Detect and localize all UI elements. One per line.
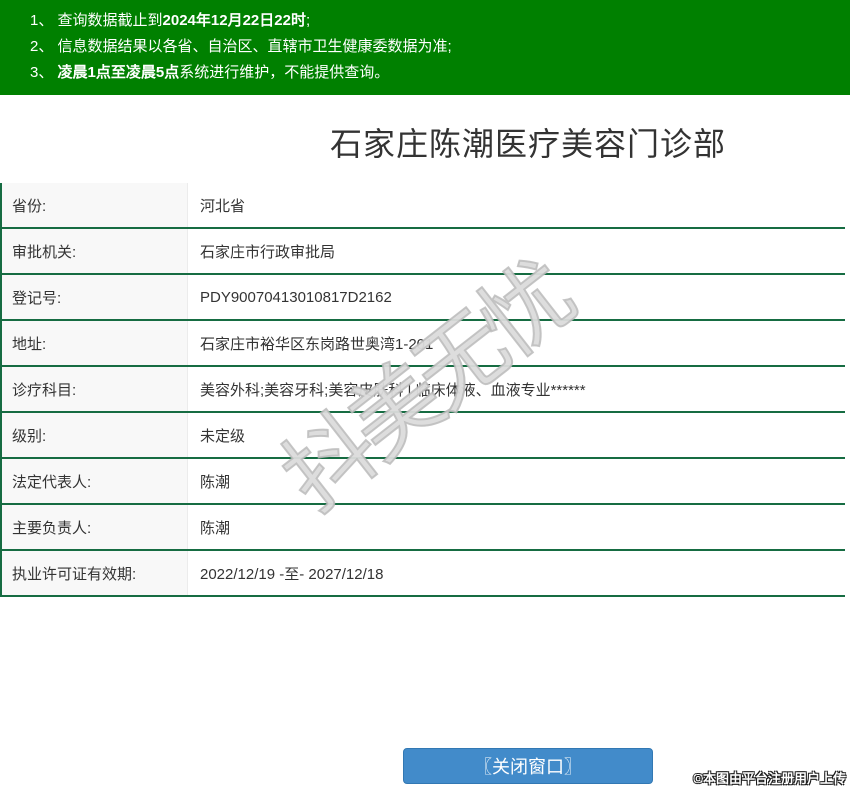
table-row: 登记号: PDY90070413010817D2162 — [2, 275, 845, 321]
table-row: 主要负责人: 陈潮 — [2, 505, 845, 551]
field-label: 法定代表人: — [2, 459, 188, 503]
notice-text: 系统进行维护，不能提供查询。 — [179, 64, 389, 81]
table-row: 诊疗科目: 美容外科;美容牙科;美容皮肤科 | 临床体液、血液专业****** — [2, 367, 845, 413]
table-row: 省份: 河北省 — [2, 183, 845, 229]
field-label: 级别: — [2, 413, 188, 457]
close-window-button[interactable]: 〖关闭窗口〗 — [403, 748, 653, 784]
notice-item: 1、 查询数据截止到2024年12月22日22时; — [30, 8, 840, 34]
field-value: 美容外科;美容牙科;美容皮肤科 | 临床体液、血液专业****** — [188, 367, 586, 411]
field-value: 石家庄市裕华区东岗路世奥湾1-201 — [188, 321, 433, 365]
button-row: 〖关闭窗口〗 — [0, 748, 850, 784]
page-title: 石家庄陈潮医疗美容门诊部 — [206, 128, 850, 160]
field-value: 陈潮 — [188, 505, 230, 549]
table-row: 法定代表人: 陈潮 — [2, 459, 845, 505]
field-value: 河北省 — [188, 183, 245, 227]
field-value: 石家庄市行政审批局 — [188, 229, 335, 273]
notice-text: 1、 查询数据截止到 — [30, 12, 163, 29]
notice-bar: 1、 查询数据截止到2024年12月22日22时; 2、 信息数据结果以各省、自… — [0, 0, 850, 95]
notice-bold-text: 凌晨1点至凌晨5点 — [58, 64, 180, 81]
table-row: 地址: 石家庄市裕华区东岗路世奥湾1-201 — [2, 321, 845, 367]
field-value: 2022/12/19 -至- 2027/12/18 — [188, 551, 383, 595]
notice-item: 3、 凌晨1点至凌晨5点系统进行维护，不能提供查询。 — [30, 60, 840, 86]
field-label: 地址: — [2, 321, 188, 365]
table-row: 执业许可证有效期: 2022/12/19 -至- 2027/12/18 — [2, 551, 845, 597]
info-table: 省份: 河北省 审批机关: 石家庄市行政审批局 登记号: PDY90070413… — [0, 183, 845, 597]
table-row: 级别: 未定级 — [2, 413, 845, 459]
field-label: 执业许可证有效期: — [2, 551, 188, 595]
field-value: 陈潮 — [188, 459, 230, 503]
field-label: 登记号: — [2, 275, 188, 319]
notice-item: 2、 信息数据结果以各省、自治区、直辖市卫生健康委数据为准; — [30, 34, 840, 60]
notice-text: 3、 — [30, 64, 58, 81]
notice-text: 2、 信息数据结果以各省、自治区、直辖市卫生健康委数据为准; — [30, 38, 452, 55]
notice-text: ; — [306, 12, 310, 29]
field-value: PDY90070413010817D2162 — [188, 275, 392, 319]
table-row: 审批机关: 石家庄市行政审批局 — [2, 229, 845, 275]
field-label: 诊疗科目: — [2, 367, 188, 411]
field-label: 省份: — [2, 183, 188, 227]
notice-bold-text: 2024年12月22日22时 — [163, 12, 306, 29]
field-label: 主要负责人: — [2, 505, 188, 549]
field-value: 未定级 — [188, 413, 245, 457]
field-label: 审批机关: — [2, 229, 188, 273]
